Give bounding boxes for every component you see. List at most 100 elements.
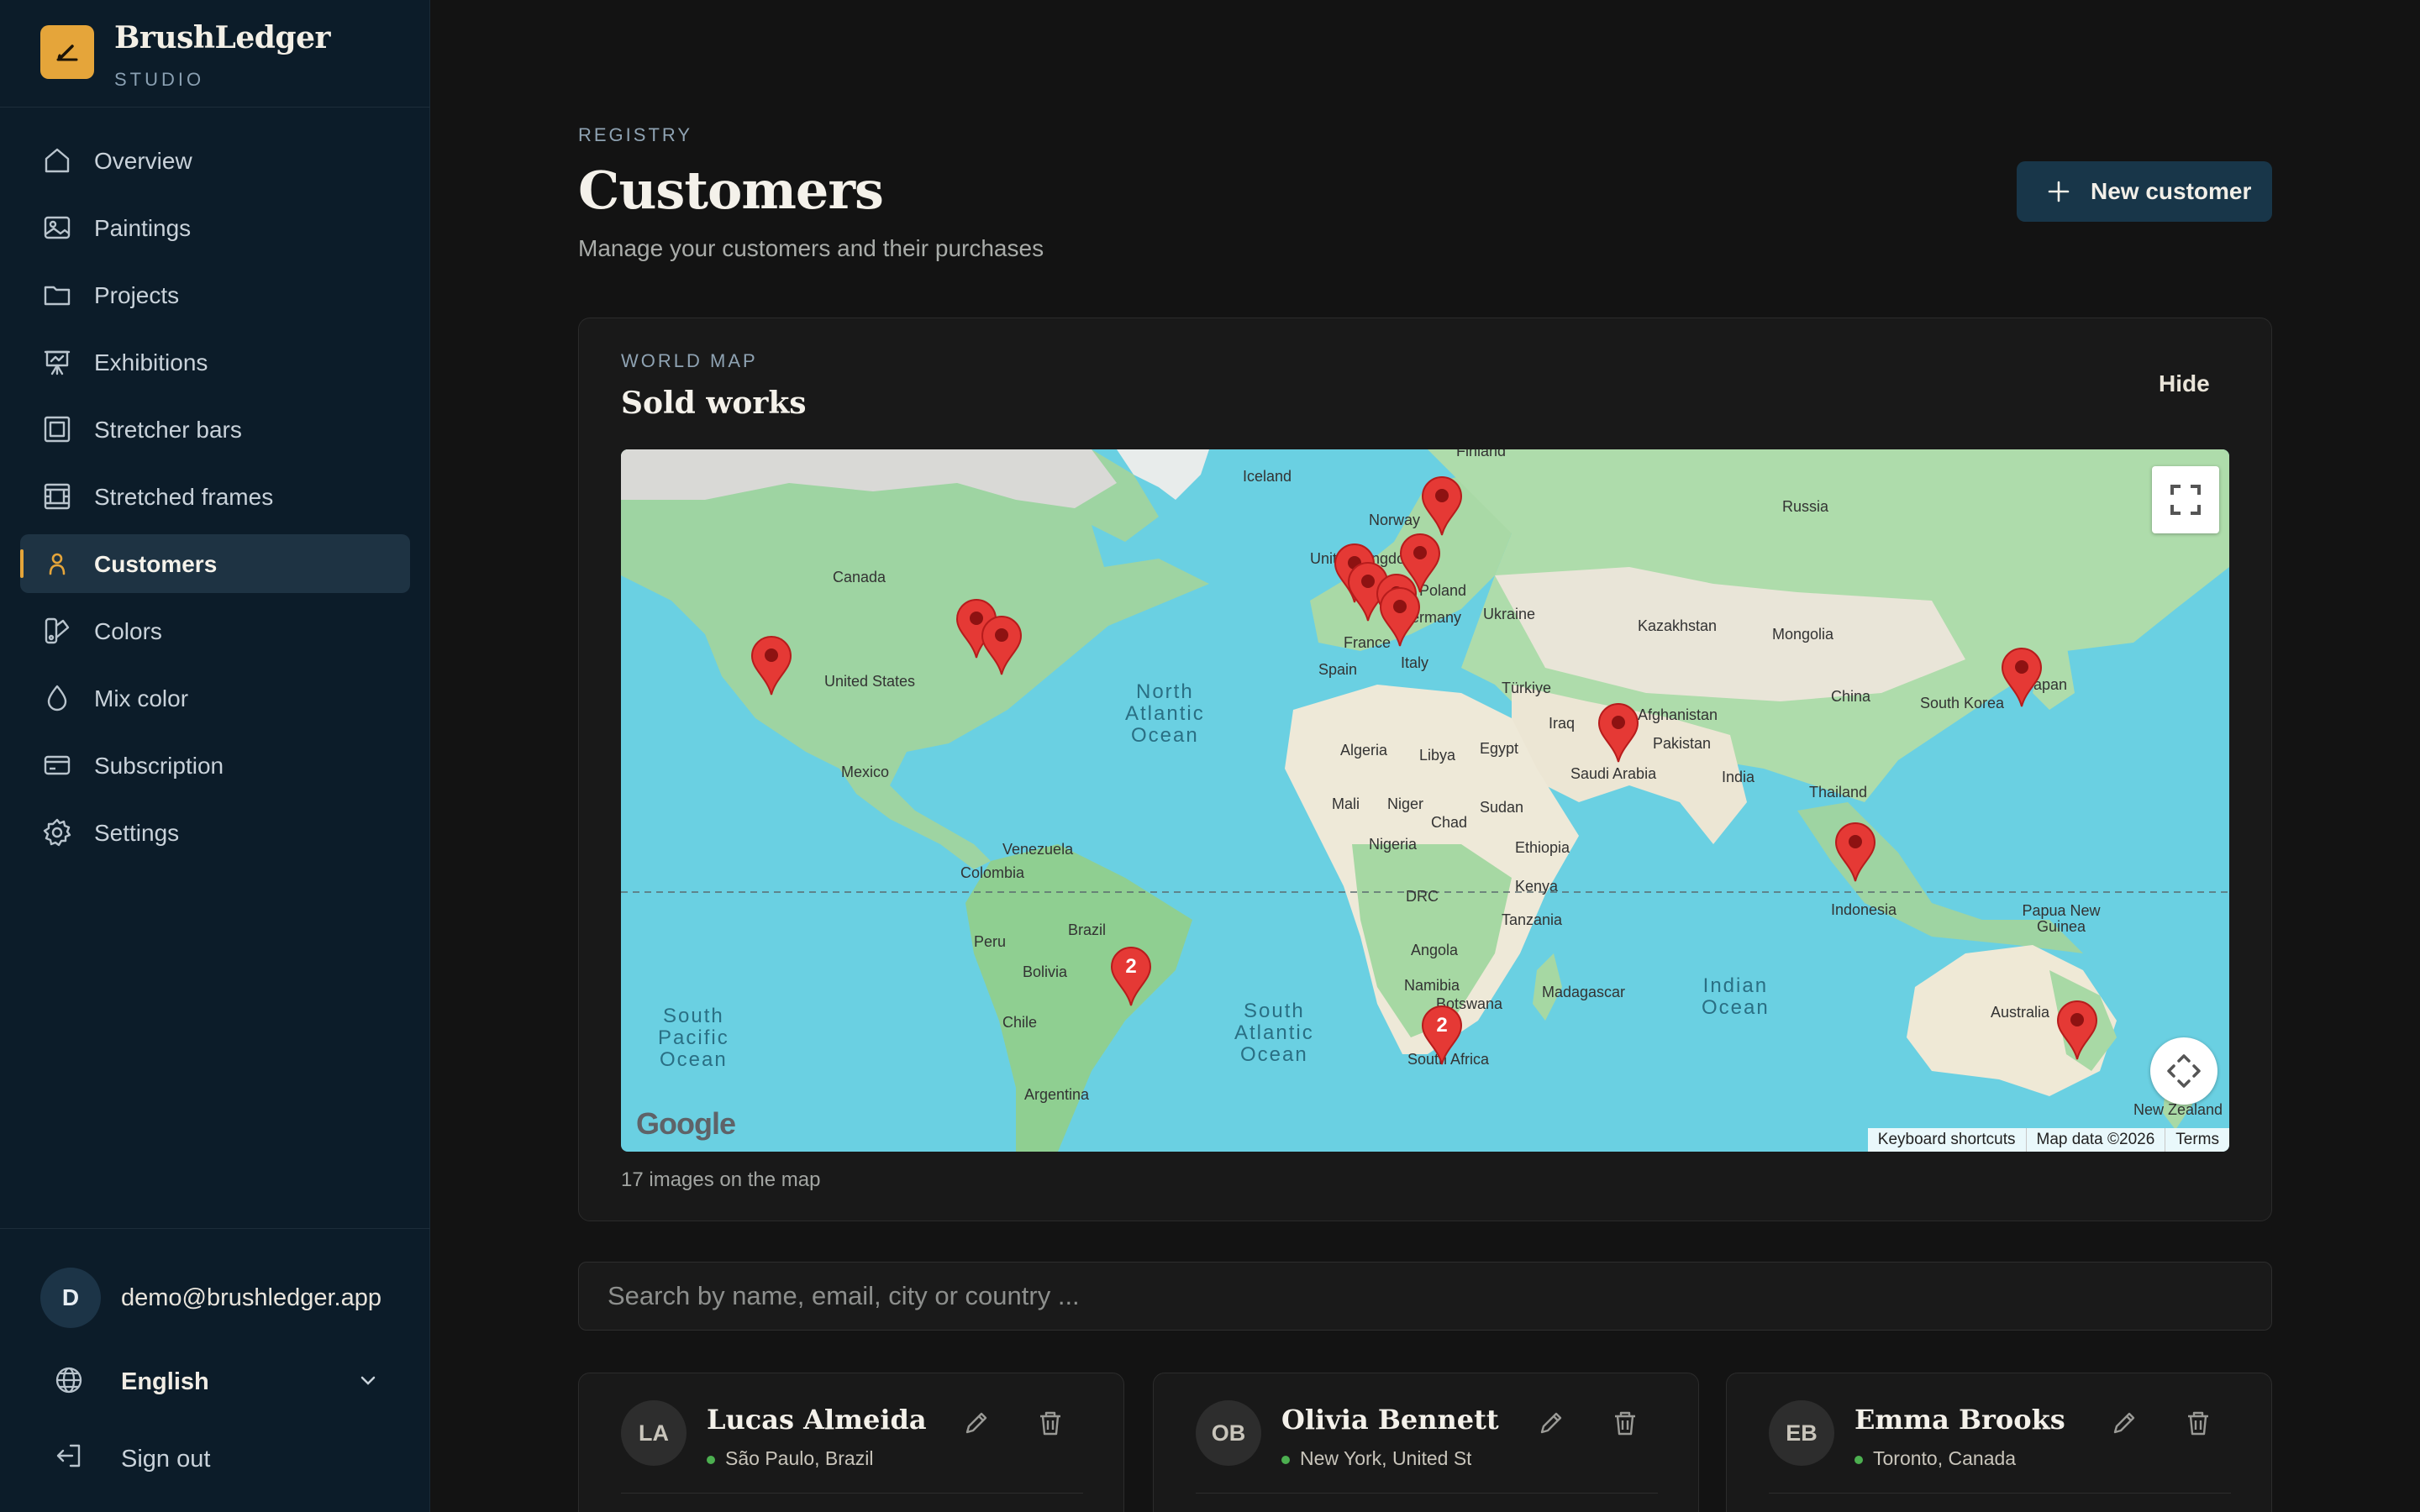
map-label: Canada xyxy=(833,569,886,585)
map-cluster-marker[interactable]: 2 xyxy=(1108,945,1154,1007)
sidebar-nav: Overview Paintings Projects Exhibitions … xyxy=(20,131,410,870)
gear-icon xyxy=(43,818,71,847)
ocean-label: South Pacific Ocean xyxy=(658,1005,729,1071)
pencil-icon[interactable] xyxy=(962,1409,991,1437)
keyboard-shortcuts-link[interactable]: Keyboard shortcuts xyxy=(1868,1128,2026,1152)
sidebar-item-stretched-frames[interactable]: Stretched frames xyxy=(20,467,410,526)
world-map[interactable]: Iceland Norway Finland Russia Canada Uni… xyxy=(621,449,2229,1152)
map-label: Thailand xyxy=(1809,784,1868,801)
map-label: Brazil xyxy=(1068,921,1107,938)
sidebar-item-label: Mix color xyxy=(94,685,189,711)
sidebar-item-exhibitions[interactable]: Exhibitions xyxy=(20,333,410,391)
user-icon xyxy=(49,553,66,575)
new-customer-button[interactable]: New customer xyxy=(2017,161,2272,222)
map-label: Mongolia xyxy=(1772,626,1834,643)
sidebar-item-customers[interactable]: Customers xyxy=(20,534,410,593)
sign-out-button[interactable]: Sign out xyxy=(54,1432,390,1483)
sidebar-item-label: Stretcher bars xyxy=(94,417,242,443)
sidebar-item-settings[interactable]: Settings xyxy=(20,803,410,862)
map-label: Mali xyxy=(1332,795,1360,812)
move-arrows-icon xyxy=(2167,1054,2201,1088)
map-label: China xyxy=(1831,688,1871,705)
map-eyebrow: WORLD MAP xyxy=(621,350,758,371)
new-customer-label: New customer xyxy=(2091,178,2252,204)
map-marker[interactable] xyxy=(1833,821,1878,883)
easel-icon xyxy=(44,350,71,375)
map-label: Namibia xyxy=(1404,977,1460,994)
sidebar-item-label: Stretched frames xyxy=(94,484,274,510)
map-marker[interactable] xyxy=(749,634,794,696)
home-icon xyxy=(45,148,70,173)
fullscreen-button[interactable] xyxy=(2152,466,2219,533)
map-marker[interactable] xyxy=(1419,475,1465,537)
frame-icon xyxy=(44,416,71,443)
sidebar-item-colors[interactable]: Colors xyxy=(20,601,410,660)
map-label: Spain xyxy=(1318,661,1358,678)
map-label: Chad xyxy=(1431,814,1468,831)
sign-out-icon xyxy=(56,1444,81,1467)
page-subtitle: Manage your customers and their purchase… xyxy=(578,235,1044,261)
map-label: Kenya xyxy=(1515,878,1559,895)
brand[interactable]: BrushLedger STUDIO xyxy=(0,0,430,108)
sidebar-item-paintings[interactable]: Paintings xyxy=(20,198,410,257)
image-icon xyxy=(44,216,71,239)
pencil-icon[interactable] xyxy=(2110,1409,2139,1437)
customer-card[interactable]: EB Emma Brooks Toronto, Canada xyxy=(1726,1373,2272,1512)
camera-control-button[interactable] xyxy=(2150,1037,2217,1105)
sidebar-item-label: Colors xyxy=(94,618,162,644)
map-marker[interactable] xyxy=(2054,999,2100,1061)
sidebar-item-mix-color[interactable]: Mix color xyxy=(20,669,410,727)
map-label: Australia xyxy=(1991,1004,2050,1021)
map-marker[interactable] xyxy=(1999,646,2044,708)
sidebar-item-label: Overview xyxy=(94,148,192,174)
globe-icon xyxy=(55,1367,82,1394)
pencil-icon[interactable] xyxy=(1537,1409,1565,1437)
map-label: Egypt xyxy=(1480,740,1519,757)
map-label: Iraq xyxy=(1549,715,1576,732)
card-divider xyxy=(1196,1493,1658,1494)
swatch-icon xyxy=(45,617,70,644)
brush-logo-icon xyxy=(40,25,94,79)
cluster-count: 2 xyxy=(1436,1014,1448,1037)
trash-icon[interactable] xyxy=(2184,1409,2212,1437)
map-cluster-marker[interactable]: 2 xyxy=(1419,1004,1465,1066)
status-dot xyxy=(1281,1455,1290,1464)
sidebar: BrushLedger STUDIO Overview Paintings Pr… xyxy=(0,0,430,1512)
droplet-icon xyxy=(47,685,67,711)
sidebar-item-label: Projects xyxy=(94,282,180,308)
customer-search-input[interactable] xyxy=(578,1262,2272,1331)
map-label: Bolivia xyxy=(1023,963,1068,980)
map-label: United States xyxy=(824,673,916,690)
customer-avatar: OB xyxy=(1196,1400,1261,1466)
cluster-count: 2 xyxy=(1125,955,1137,978)
trash-icon[interactable] xyxy=(1036,1409,1065,1437)
sidebar-item-overview[interactable]: Overview xyxy=(20,131,410,190)
avatar[interactable]: D xyxy=(40,1268,101,1328)
language-select[interactable]: English xyxy=(54,1355,390,1405)
customer-location: São Paulo, Brazil xyxy=(707,1447,897,1470)
customer-card[interactable]: LA Lucas Almeida São Paulo, Brazil xyxy=(578,1373,1124,1512)
map-label: Angola xyxy=(1411,942,1459,958)
fullscreen-icon xyxy=(2170,485,2201,515)
map-label: Indonesia xyxy=(1831,901,1897,918)
trash-icon[interactable] xyxy=(1611,1409,1639,1437)
sidebar-item-subscription[interactable]: Subscription xyxy=(20,736,410,795)
map-label: Tanzania xyxy=(1502,911,1563,928)
app-root: BrushLedger STUDIO Overview Paintings Pr… xyxy=(0,0,2420,1512)
plus-icon xyxy=(2048,181,2070,202)
sidebar-item-label: Exhibitions xyxy=(94,349,208,375)
sidebar-item-projects[interactable]: Projects xyxy=(20,265,410,324)
map-marker[interactable] xyxy=(1596,701,1641,764)
map-marker[interactable] xyxy=(1377,585,1423,648)
map-label: Afghanistan xyxy=(1638,706,1718,723)
hide-map-button[interactable]: Hide xyxy=(2159,370,2210,397)
map-label: Chile xyxy=(1002,1014,1038,1031)
customer-location-text: New York, United States xyxy=(1300,1447,1471,1469)
map-marker[interactable] xyxy=(979,614,1024,676)
sidebar-item-stretcher-bars[interactable]: Stretcher bars xyxy=(20,400,410,459)
terms-link[interactable]: Terms xyxy=(2165,1128,2229,1152)
ocean-label: Indian Ocean xyxy=(1702,974,1770,1019)
map-label: Venezuela xyxy=(1002,841,1074,858)
customer-card[interactable]: OB Olivia Bennett New York, United State… xyxy=(1153,1373,1699,1512)
map-label: Sudan xyxy=(1480,799,1524,816)
